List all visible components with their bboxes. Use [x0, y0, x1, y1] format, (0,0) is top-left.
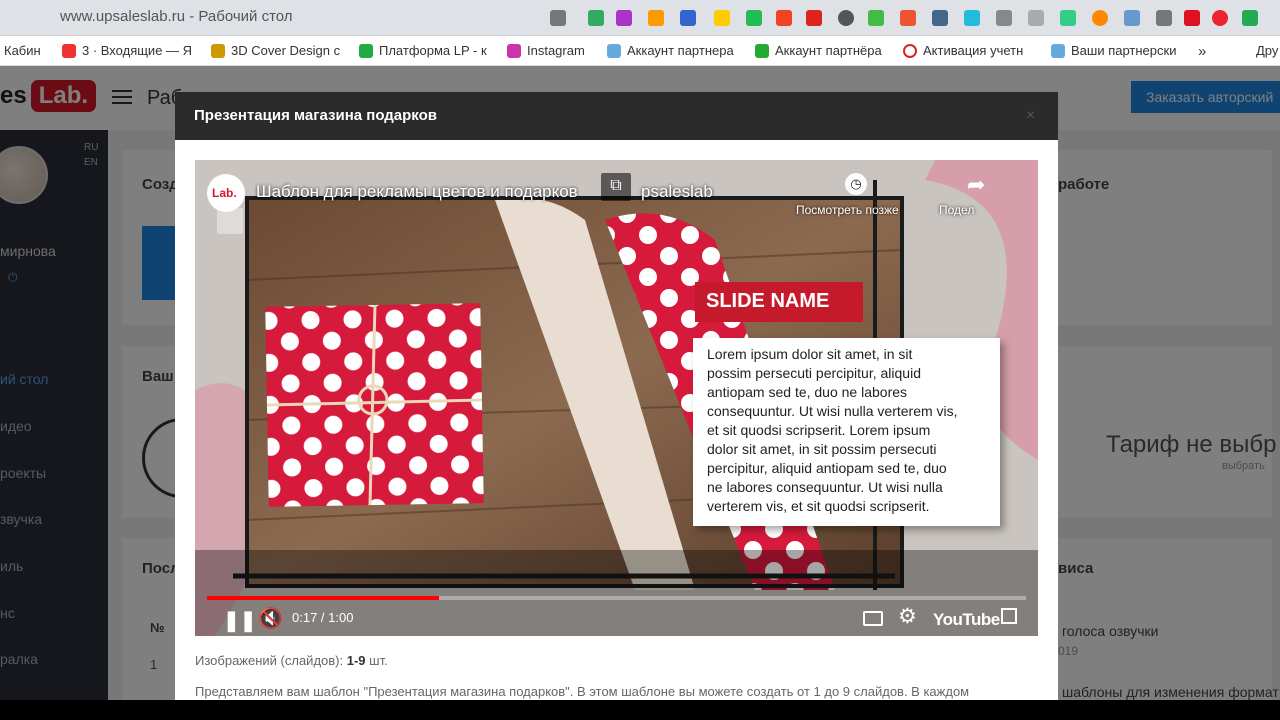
close-icon[interactable]: × — [1026, 107, 1035, 125]
bookmark-label: Ваши партнерски — [1071, 43, 1177, 58]
extension-icon[interactable] — [1060, 10, 1076, 26]
extension-icon[interactable] — [776, 10, 792, 26]
slide-text-line: antiopam sed te, duo ne labores — [707, 384, 908, 400]
extension-icon[interactable] — [996, 10, 1012, 26]
slides-info: Изображений (слайдов): 1-9 шт. — [195, 653, 388, 668]
extension-icon[interactable] — [1184, 10, 1200, 26]
preview-modal: Презентация магазина подарков × SLIDE NA… — [175, 92, 1058, 700]
extension-icon[interactable] — [838, 10, 854, 26]
settings-icon[interactable]: ⚙ — [898, 604, 917, 629]
slide-text-line: dolor sit amet, in sit possim persecuti — [707, 441, 937, 457]
bookmark-item[interactable]: Ваши партнерски — [1051, 43, 1176, 58]
extension-icon[interactable] — [1156, 10, 1172, 26]
extension-icon[interactable] — [964, 10, 980, 26]
partner-icon — [755, 43, 769, 58]
slide-text-line: verterem vis, et sit quodsi scripserit. — [707, 498, 930, 514]
template-description: Представляем вам шаблон "Презентация маг… — [195, 684, 970, 699]
extension-icon[interactable] — [806, 10, 822, 26]
modal-header: Презентация магазина подарков × — [175, 92, 1058, 140]
bookmark-label: Платформа LP - к — [379, 43, 487, 58]
subtitles-icon[interactable] — [863, 611, 883, 626]
bookmark-label: Кабин — [4, 43, 41, 58]
extension-icon[interactable] — [1124, 10, 1140, 26]
bookmark-item[interactable]: Кабин — [4, 43, 41, 58]
modal-title: Презентация магазина подарков — [194, 107, 438, 124]
pause-icon[interactable]: ❚❚ — [223, 608, 257, 633]
extension-icon[interactable] — [588, 10, 604, 26]
watch-later-label[interactable]: Посмотреть позже — [796, 203, 899, 217]
copyright-icon — [903, 43, 917, 58]
channel-name[interactable]: psaleslab — [641, 182, 713, 202]
extension-icon[interactable] — [1212, 10, 1228, 26]
instagram-icon — [507, 43, 521, 58]
bookmark-item[interactable]: 3 · Входящие — Я — [62, 43, 192, 58]
extension-icon[interactable] — [616, 10, 632, 26]
bookmark-label: Аккаунт партнёра — [775, 43, 882, 58]
mail-icon — [62, 43, 76, 58]
extension-icon[interactable] — [680, 10, 696, 26]
partner-icon — [607, 43, 621, 58]
partner-icon — [1051, 43, 1065, 58]
extension-icon[interactable] — [868, 10, 884, 26]
cover-icon — [211, 43, 225, 58]
extension-icon[interactable] — [1242, 10, 1258, 26]
extension-icon[interactable] — [900, 10, 916, 26]
slide-text-line: ne labores consequuntur. Ut wisi nulla — [707, 479, 943, 495]
other-bookmarks[interactable]: Дру — [1256, 43, 1278, 58]
bookmarks-bar: Кабин 3 · Входящие — Я 3D Cover Design с… — [0, 36, 1280, 66]
clock-icon[interactable]: ◷ — [845, 173, 867, 195]
slide-text-line: percipitur, aliquid antiopam sed te, duo — [707, 460, 947, 476]
bookmark-item[interactable]: Платформа LP - к — [359, 43, 487, 58]
bookmark-item[interactable]: Аккаунт партнёра — [755, 43, 882, 58]
slides-info-unit: шт. — [369, 653, 388, 668]
youtube-logo[interactable]: YouTube — [933, 610, 1000, 630]
letterbox-bar — [0, 700, 1280, 720]
channel-avatar[interactable]: Lab. — [207, 174, 245, 212]
slides-info-value: 1-9 — [346, 653, 366, 668]
slide-text-line: Lorem ipsum dolor sit amet, in sit — [707, 346, 913, 362]
slide-text-line: consequuntur. Ut wisi nulla verterem vis… — [707, 403, 958, 419]
browser-titlebar: www.upsaleslab.ru - Рабочий стол — [0, 0, 1280, 36]
slide-text: Lorem ipsum dolor sit amet, in sit possi… — [707, 345, 958, 516]
extension-icon[interactable] — [550, 10, 566, 26]
mute-icon[interactable]: 🔇 — [258, 606, 283, 631]
bookmark-label: Активация учетн — [923, 43, 1024, 58]
bookmark-item[interactable]: Активация учетн — [903, 43, 1023, 58]
bookmarks-more-button[interactable]: » — [1198, 43, 1206, 60]
time-display: 0:17 / 1:00 — [292, 610, 354, 625]
extension-icon[interactable] — [714, 10, 730, 26]
bookmark-label: Instagram — [527, 43, 585, 58]
fullscreen-icon[interactable] — [1001, 608, 1017, 624]
slide-text-line: et sit quodsi scripserit. Lorem ipsum — [707, 422, 931, 438]
slide-name: SLIDE NAME — [706, 290, 830, 312]
external-link-icon[interactable]: ⧉ — [601, 173, 631, 201]
bookmark-icon[interactable] — [217, 208, 243, 234]
progress-fill — [207, 596, 440, 600]
platform-icon — [359, 43, 373, 58]
bookmark-item[interactable]: Instagram — [507, 43, 585, 58]
extension-icon[interactable] — [932, 10, 948, 26]
video-title[interactable]: Шаблон для рекламы цветов и подарков — [256, 182, 578, 202]
bookmark-label: 3D Cover Design с — [231, 43, 341, 58]
bookmark-item[interactable]: 3D Cover Design с — [211, 43, 340, 58]
extension-icon[interactable] — [1092, 10, 1108, 26]
extension-icon[interactable] — [648, 10, 664, 26]
bookmark-label: Аккаунт партнера — [627, 43, 734, 58]
share-icon[interactable]: ➦ — [967, 172, 985, 198]
slides-info-label: Изображений (слайдов): — [195, 653, 344, 668]
share-label[interactable]: Подел — [939, 203, 974, 217]
bookmark-item[interactable]: Аккаунт партнера — [607, 43, 734, 58]
video-player[interactable]: SLIDE NAME Lorem ipsum dolor sit amet, i… — [195, 160, 1038, 636]
bookmark-label: 3 · Входящие — Я — [82, 43, 193, 58]
progress-bar[interactable] — [207, 596, 1026, 600]
extension-icon[interactable] — [746, 10, 762, 26]
channel-badge: Lab. — [212, 186, 237, 200]
slide-text-line: possim persecuti percipitur, aliquid — [707, 365, 921, 381]
extension-icon[interactable] — [1028, 10, 1044, 26]
page-title-text: www.upsaleslab.ru - Рабочий стол — [60, 8, 293, 25]
